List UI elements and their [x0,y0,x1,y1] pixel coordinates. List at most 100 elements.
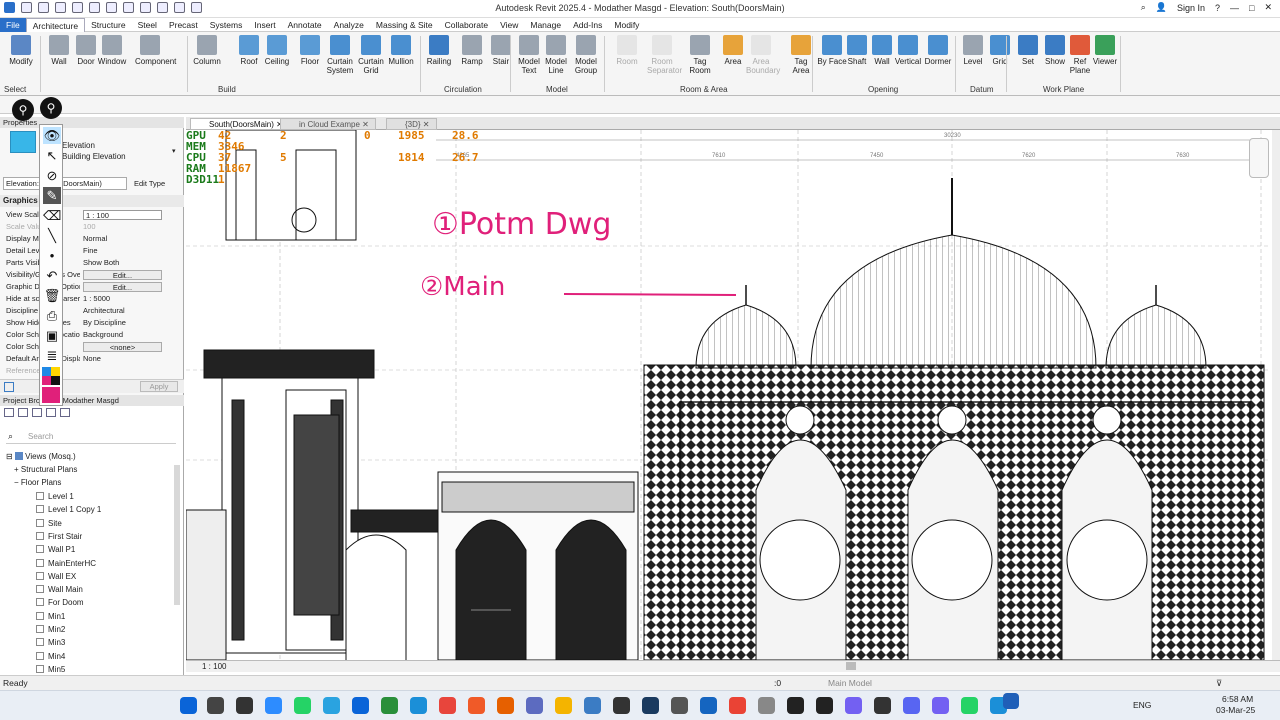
browser-view-item[interactable]: Level 1 [36,491,74,503]
color-pink-swatch[interactable] [42,376,51,385]
ribbon-stair-button[interactable]: Stair [486,35,516,66]
brave-icon[interactable] [468,697,485,714]
viber-icon[interactable] [932,697,949,714]
color-yellow-swatch[interactable] [51,367,60,376]
ribbon-ramp-button[interactable]: Ramp [457,35,487,66]
pin-marker-icon[interactable]: ⚲ [40,97,62,119]
ribbon-column-button[interactable]: Column [192,35,222,66]
print-icon[interactable]: ⎙ [43,307,61,324]
vertical-scrollbar[interactable] [1272,130,1280,660]
tab-architecture[interactable]: Architecture [25,17,86,32]
browser-view-item[interactable]: Wall EX [36,571,76,583]
ribbon-model-group-button[interactable]: Model Group [571,35,601,75]
zoom-icon[interactable] [265,697,282,714]
view-tab[interactable]: in Cloud Exampe ✕ [280,118,376,130]
type-dropdown-icon[interactable]: ▾ [172,147,176,155]
property-row[interactable]: Reference... [0,365,184,377]
app-icon[interactable] [584,697,601,714]
tab-view[interactable]: View [494,18,524,32]
telegram-icon[interactable] [323,697,340,714]
no-entry-icon[interactable]: ⊘ [43,167,61,184]
epic-games-icon[interactable] [816,697,833,714]
property-row[interactable]: Color Scheme LocationBackground [0,329,184,341]
close-tab-icon[interactable]: ✕ [360,120,369,129]
ribbon-modify-button[interactable]: Modify [6,35,36,66]
ribbon-ceiling-button[interactable]: Ceiling [262,35,292,66]
search-icon[interactable]: ⌕ [1141,2,1146,13]
chrome-icon[interactable] [439,697,456,714]
browser-view-item[interactable]: Min2 [36,624,65,636]
outlook-icon[interactable] [352,697,369,714]
property-value[interactable]: Edit... [83,282,162,292]
pin-marker-icon[interactable]: ⚲ [12,99,34,121]
panel-circulation[interactable]: Circulation [444,85,482,94]
trash-icon[interactable]: 🗑 [43,287,61,304]
undo-icon[interactable]: ↶ [43,267,61,284]
notes-icon[interactable]: ≣ [43,347,61,364]
tab-collaborate[interactable]: Collaborate [439,18,494,32]
browser-tool-icon[interactable] [60,408,70,417]
edit-type-button[interactable]: Edit Type [134,177,180,190]
browser-group-floor-plans[interactable]: − Floor Plans [14,477,61,489]
current-color-swatch[interactable] [42,387,60,403]
browser-view-item[interactable]: Site [36,518,62,530]
app-icon[interactable] [758,697,775,714]
graphics-section-header[interactable]: Graphics [0,195,184,207]
browser-view-item[interactable]: Min3 [36,637,65,649]
file-explorer-icon[interactable] [555,697,572,714]
windows-start-icon[interactable] [180,697,197,714]
minimize-button[interactable]: — [1230,3,1239,13]
instance-selector[interactable]: Elevation: South(DoorsMain) [3,177,127,190]
ribbon-curtain-system-button[interactable]: Curtain System [325,35,355,75]
property-row[interactable]: Show Hidden LinesBy Discipline [0,317,184,329]
tab-file[interactable]: File [0,17,26,32]
ribbon-model-line-button[interactable]: Model Line [541,35,571,75]
whatsapp-icon[interactable] [294,697,311,714]
language-indicator[interactable]: ENG [1133,700,1151,710]
color-blue-swatch[interactable] [42,367,51,376]
property-value[interactable]: 1 : 100 [83,210,162,220]
ribbon-floor-button[interactable]: Floor [295,35,325,66]
ribbon-tag-room-button[interactable]: Tag Room [685,35,715,75]
clock-date[interactable]: 03-Mar-25 [1216,705,1255,715]
browser-group-structural-plans[interactable]: + Structural Plans [14,464,77,476]
browser-view-item[interactable]: Min4 [36,651,65,663]
close-button[interactable]: ✕ [1264,2,1272,13]
firefox-icon[interactable] [497,697,514,714]
panel-opening[interactable]: Opening [868,85,898,94]
widgets-icon[interactable] [236,697,253,714]
clock-time[interactable]: 6:58 AM [1222,694,1253,704]
browser-tool-icon[interactable] [46,408,56,417]
ribbon-room-button[interactable]: Room [612,35,642,66]
app-icon[interactable] [613,697,630,714]
tab-modify[interactable]: Modify [608,18,645,32]
ribbon-grid-button[interactable]: Grid [985,35,1015,66]
ribbon-roof-button[interactable]: Roof [234,35,264,66]
camera-icon[interactable]: ▣ [43,327,61,344]
ribbon-set-button[interactable]: Set [1013,35,1043,66]
browser-search[interactable]: ⌕ Search [6,431,176,444]
tab-manage[interactable]: Manage [524,18,567,32]
app-icon[interactable] [787,697,804,714]
tab-insert[interactable]: Insert [248,18,281,32]
user-icon[interactable]: 👤 [1156,2,1167,13]
property-row[interactable]: Display Model Normal [0,233,184,245]
browser-root[interactable]: ⊟ Views (Mosq.) [6,451,76,463]
ribbon-area-boundary-button[interactable]: Area Boundary [746,35,780,75]
property-value[interactable]: <none> [83,342,162,352]
line-icon[interactable]: ╲ [43,227,61,244]
tab-analyze[interactable]: Analyze [328,18,370,32]
eraser-icon[interactable]: ⌫ [43,207,61,224]
app-icon[interactable] [700,697,717,714]
help-icon[interactable]: ? [1215,3,1220,13]
horizontal-scroll-thumb[interactable] [846,662,856,670]
panel-select[interactable]: Select [4,85,26,94]
apply-button[interactable]: Apply [140,381,178,392]
revit-taskbar-icon[interactable] [1003,693,1019,709]
property-row[interactable]: Scale Value 1: 100 [0,221,184,233]
property-row[interactable]: Discipline Architectural [0,305,184,317]
sign-in-link[interactable]: Sign In [1177,3,1205,13]
browser-view-item[interactable]: Level 1 Copy 1 [36,504,101,516]
property-row[interactable]: Visibility/Graphics OverridesEdit... [0,269,184,281]
steam-icon[interactable] [642,697,659,714]
